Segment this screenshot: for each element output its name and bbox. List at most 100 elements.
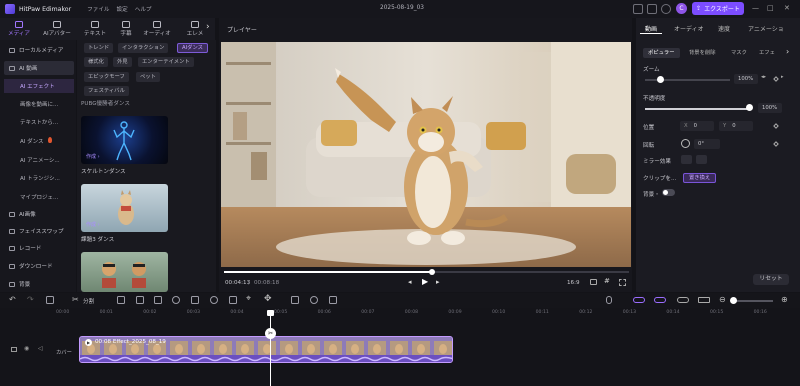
replace-button[interactable]: 置き換え: [683, 173, 717, 183]
tab-video[interactable]: 動画: [645, 24, 657, 33]
grid-icon[interactable]: #: [604, 277, 610, 285]
sidebar-item-ai-video[interactable]: AI 動画: [4, 61, 74, 75]
tool-subtitle[interactable]: 字幕: [114, 18, 138, 40]
playhead[interactable]: [270, 311, 271, 386]
split-marker-icon[interactable]: ✂: [265, 328, 276, 339]
undo-icon[interactable]: ↶: [9, 295, 16, 304]
timeline-zoom-handle[interactable]: [730, 297, 737, 304]
zoom-next-icon[interactable]: ▸: [781, 74, 784, 80]
move-icon[interactable]: ✥: [264, 294, 272, 304]
sidebar-item-record[interactable]: レコード: [4, 241, 74, 255]
sidebar-item-background[interactable]: 背景: [4, 277, 74, 291]
video-preview[interactable]: [221, 42, 631, 267]
opacity-slider-handle[interactable]: [746, 104, 753, 111]
menu-help[interactable]: ヘルプ: [135, 5, 152, 13]
track-mute-icon[interactable]: ◁: [38, 345, 43, 352]
microphone-icon[interactable]: [606, 296, 612, 304]
download-icon[interactable]: [661, 4, 671, 14]
tag-ai-dance[interactable]: AIダンス: [177, 43, 208, 53]
pos-y-field[interactable]: Y0: [719, 121, 753, 131]
tab-audio[interactable]: オーディオ: [674, 24, 704, 33]
tag-epic-morph[interactable]: エピックモーフ: [84, 72, 129, 82]
subtab-mask[interactable]: マスク: [726, 48, 752, 58]
transform-icon[interactable]: ⌖: [246, 294, 251, 304]
menu-file[interactable]: ファイル: [87, 5, 109, 13]
magnet-icon[interactable]: [654, 297, 666, 303]
close-icon[interactable]: ✕: [784, 4, 790, 12]
tag-stylize[interactable]: 様式化: [84, 57, 108, 67]
freeze-icon[interactable]: [229, 296, 237, 304]
face-icon[interactable]: [310, 296, 318, 304]
rotation-dial-icon[interactable]: [681, 139, 690, 148]
tool-ai-avatar[interactable]: AIアバター: [38, 18, 76, 40]
asset-thumb-skeleton[interactable]: 作成 ›: [81, 116, 168, 164]
asset-thumb-cats[interactable]: [81, 252, 168, 292]
tag-appearance[interactable]: 外見: [113, 57, 132, 67]
zoom-in-icon[interactable]: ⊕: [781, 295, 788, 304]
rotation-value[interactable]: 0°: [694, 139, 720, 149]
subtab-effect[interactable]: エフェ: [754, 48, 780, 58]
opacity-value[interactable]: 100%: [758, 103, 782, 113]
tab-speed[interactable]: 速度: [718, 24, 730, 33]
minimize-icon[interactable]: —: [752, 4, 759, 12]
next-frame-icon[interactable]: ▸: [436, 278, 440, 286]
zoom-slider-handle[interactable]: [657, 76, 664, 83]
fit-icon[interactable]: [698, 297, 710, 303]
maximize-icon[interactable]: □: [767, 4, 774, 12]
split-label[interactable]: 分割: [83, 297, 94, 305]
text-box-icon[interactable]: [291, 296, 299, 304]
track-lock-icon[interactable]: [11, 347, 17, 352]
shield-icon[interactable]: [117, 296, 125, 304]
sidebar-sub-ai-transition[interactable]: AI トランジシ...: [4, 171, 74, 185]
pos-x-field[interactable]: X0: [680, 121, 714, 131]
sidebar-sub-my-project[interactable]: マイプロジェ...: [4, 190, 74, 204]
sidebar-item-local-media[interactable]: ローカルメディア: [4, 43, 74, 57]
menu-settings[interactable]: 設定: [117, 5, 128, 13]
video-clip[interactable]: ▶ 00:08 Effect_2025_08_19: [79, 336, 453, 363]
tool-media[interactable]: メディア: [0, 18, 38, 40]
asset-thumb-challenge[interactable]: 作成 ›: [81, 184, 168, 232]
background-toggle[interactable]: [662, 189, 675, 196]
mirror-vertical-icon[interactable]: [696, 155, 707, 164]
tool-audio[interactable]: オーディオ: [138, 18, 176, 40]
sidebar-item-ai-image[interactable]: AI画像: [4, 207, 74, 221]
zoom-out-icon[interactable]: ⊖: [719, 295, 726, 304]
tab-animation[interactable]: アニメーショ: [748, 24, 784, 33]
export-button[interactable]: ⇪ エクスポート: [692, 2, 744, 15]
progress-handle[interactable]: [429, 269, 435, 275]
export-clip-icon[interactable]: [329, 296, 337, 304]
crop-icon[interactable]: [191, 296, 199, 304]
tag-trend[interactable]: トレンド: [84, 43, 114, 53]
speed-icon[interactable]: [172, 296, 180, 304]
play-icon[interactable]: ▶: [422, 277, 428, 286]
sidebar-sub-image-to-video[interactable]: 画像を動画に...: [4, 97, 74, 111]
rotate-icon[interactable]: [210, 296, 218, 304]
mirror-horizontal-icon[interactable]: [681, 155, 692, 164]
subtab-next-icon[interactable]: ›: [786, 47, 789, 56]
zoom-value[interactable]: 100%: [734, 74, 758, 84]
delete-icon[interactable]: [46, 296, 54, 304]
timeline-zoom-track[interactable]: [731, 300, 773, 302]
sidebar-item-face-swap[interactable]: フェイススワップ: [4, 224, 74, 238]
subtab-popular[interactable]: ポピュラー: [643, 48, 680, 58]
tag-festival[interactable]: フェスティバル: [84, 86, 129, 96]
tool-text[interactable]: テキスト: [76, 18, 114, 40]
cart-icon[interactable]: [647, 4, 657, 14]
prev-frame-icon[interactable]: ◂: [408, 278, 412, 286]
zoom-stepper-icon[interactable]: ◂▸: [761, 74, 766, 80]
feedback-icon[interactable]: [633, 4, 643, 14]
tag-pet[interactable]: ペット: [136, 72, 160, 82]
sidebar-sub-text-to-video[interactable]: テキストから...: [4, 115, 74, 129]
snap-icon[interactable]: [677, 297, 689, 303]
track-visibility-icon[interactable]: ◉: [24, 345, 29, 352]
record-voice-icon[interactable]: [154, 296, 162, 304]
reset-button[interactable]: リセット: [753, 274, 789, 285]
sidebar-sub-ai-animation[interactable]: AI アニメーシ...: [4, 153, 74, 167]
text-edit-icon[interactable]: [136, 296, 144, 304]
link-icon[interactable]: [633, 297, 645, 303]
toolbar-next-icon[interactable]: ›: [206, 22, 210, 32]
snapshot-icon[interactable]: [590, 279, 597, 285]
opacity-slider-track[interactable]: [645, 108, 749, 110]
fullscreen-icon[interactable]: [619, 279, 626, 286]
sidebar-sub-ai-dance[interactable]: AI ダンス: [4, 134, 74, 148]
